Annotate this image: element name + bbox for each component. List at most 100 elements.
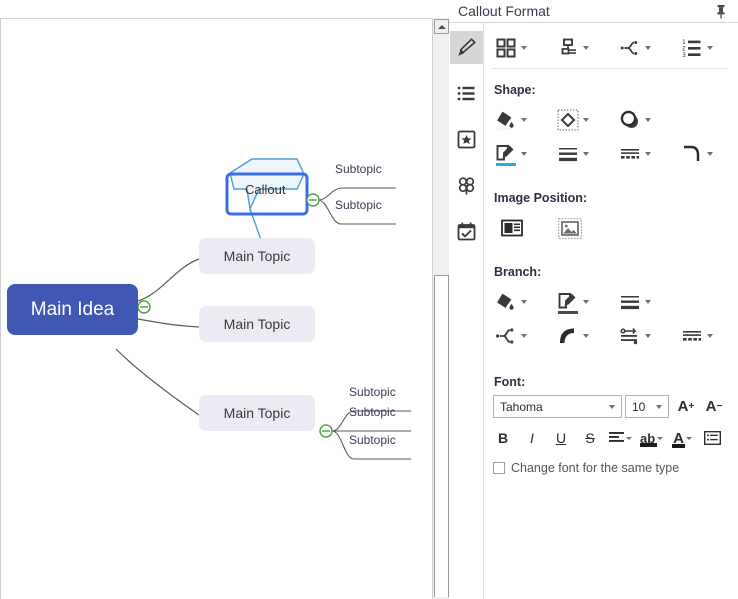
highlight-button[interactable]: ab <box>640 427 671 449</box>
shape-line-style-button[interactable] <box>616 140 660 168</box>
chevron-down-icon[interactable] <box>583 300 589 304</box>
branch-layout-button[interactable] <box>616 34 660 62</box>
accent-underline <box>496 163 516 166</box>
grid-squares-icon <box>493 35 519 61</box>
shape-outline-button[interactable] <box>554 106 598 134</box>
decrease-font-label: A <box>705 398 717 415</box>
panel-tab-rail <box>449 23 484 599</box>
theme-grid-button[interactable] <box>492 34 536 62</box>
chevron-down-icon[interactable] <box>645 334 651 338</box>
topic3-subtopic-2-label[interactable]: Subtopic <box>349 405 396 419</box>
chevron-down-icon[interactable] <box>645 46 651 50</box>
collapse-handle-topic3[interactable] <box>319 424 333 438</box>
image-only-button[interactable] <box>556 214 584 242</box>
tab-task[interactable] <box>450 215 483 248</box>
svg-text:3: 3 <box>682 52 686 58</box>
change-font-checkbox[interactable] <box>493 462 505 474</box>
branch-curve-button[interactable] <box>554 322 598 350</box>
triangle-up-icon <box>437 24 446 29</box>
chevron-down-icon[interactable] <box>521 152 527 156</box>
paint-brush-icon <box>458 38 476 56</box>
chevron-down-icon[interactable] <box>583 46 589 50</box>
bold-button[interactable]: B <box>493 427 513 449</box>
branch-arrow-button[interactable] <box>616 322 660 350</box>
branch-idea-topic3 <box>115 348 200 416</box>
chevron-down-icon[interactable] <box>707 152 713 156</box>
decrease-font-sup: − <box>716 400 723 412</box>
tab-outline[interactable] <box>450 77 483 110</box>
topic3-subtopic-3-label[interactable]: Subtopic <box>349 433 396 447</box>
text-align-button[interactable] <box>609 427 640 449</box>
node-main-topic-3[interactable]: Main Topic <box>199 395 315 431</box>
image-with-text-button[interactable] <box>498 214 526 242</box>
node-main-topic-1[interactable]: Main Topic <box>199 238 315 274</box>
chevron-down-icon[interactable] <box>686 436 693 440</box>
chevron-down-icon[interactable] <box>626 436 632 440</box>
branch-row-1 <box>492 285 738 319</box>
numbering-button[interactable]: 1 2 3 <box>678 34 722 62</box>
chevron-down-icon <box>609 404 615 409</box>
shape-fill-button[interactable] <box>492 106 536 134</box>
chevron-down-icon[interactable] <box>707 334 713 338</box>
map-layout-button[interactable] <box>554 34 598 62</box>
font-size-select[interactable]: 10 <box>625 395 669 418</box>
collapse-handle-callout[interactable] <box>306 193 320 207</box>
pushpin-icon[interactable] <box>712 2 730 20</box>
chevron-down-icon[interactable] <box>521 118 527 122</box>
bullet-list-icon <box>457 86 475 101</box>
chevron-down-icon[interactable] <box>707 46 713 50</box>
line-weight-icon <box>555 141 581 167</box>
font-controls-row: Tahoma 10 A + A − <box>493 395 738 418</box>
scroll-track[interactable] <box>434 275 449 597</box>
branch-line-color-button[interactable] <box>554 288 598 316</box>
divider <box>492 68 728 69</box>
chevron-down-icon[interactable] <box>521 46 527 50</box>
image-position-label: Image Position: <box>494 191 588 205</box>
decrease-font-size-button[interactable]: A − <box>703 395 725 418</box>
branch-fill-button[interactable] <box>492 288 536 316</box>
font-family-value: Tahoma <box>500 399 543 414</box>
org-chart-icon <box>555 35 581 61</box>
callout-subtopic-2-label[interactable]: Subtopic <box>335 198 382 212</box>
topic3-subtopic-1-label[interactable]: Subtopic <box>349 385 396 399</box>
node-main-topic-2[interactable]: Main Topic <box>199 306 315 342</box>
change-font-same-type-row[interactable]: Change font for the same type <box>493 461 738 475</box>
scroll-up-button[interactable] <box>434 19 449 34</box>
italic-button[interactable]: I <box>522 427 542 449</box>
mindmap-canvas[interactable]: Main Idea Main Topic Main Topic Main Top… <box>0 18 432 599</box>
chevron-down-icon[interactable] <box>645 300 651 304</box>
chevron-down-icon[interactable] <box>645 118 651 122</box>
callout-subtopic-1-label[interactable]: Subtopic <box>335 162 382 176</box>
shape-line-weight-button[interactable] <box>554 140 598 168</box>
node-main-idea[interactable]: Main Idea <box>7 284 138 335</box>
chevron-down-icon[interactable] <box>521 300 527 304</box>
branch-line-dash-button[interactable] <box>678 322 722 350</box>
fill-bucket-icon <box>493 289 519 315</box>
mindmap-editor-window: Main Idea Main Topic Main Topic Main Top… <box>0 0 738 599</box>
tab-format-brush[interactable] <box>450 31 483 64</box>
collapse-handle-main-idea[interactable] <box>137 300 151 314</box>
text-list-button[interactable] <box>702 427 722 449</box>
shape-corner-button[interactable] <box>678 140 722 168</box>
font-family-select[interactable]: Tahoma <box>493 395 622 418</box>
branch-line-weight-button[interactable] <box>616 288 660 316</box>
chevron-down-icon[interactable] <box>657 436 664 440</box>
chevron-down-icon[interactable] <box>583 334 589 338</box>
canvas-vertical-scrollbar[interactable] <box>432 18 449 599</box>
chevron-down-icon[interactable] <box>583 118 589 122</box>
badge-frame-icon <box>457 130 476 149</box>
shape-shadow-button[interactable] <box>616 106 660 134</box>
tab-clipart[interactable] <box>450 169 483 202</box>
shape-line-color-button[interactable] <box>492 140 536 168</box>
chevron-down-icon[interactable] <box>521 334 527 338</box>
shape-row-2 <box>492 137 738 171</box>
increase-font-size-button[interactable]: A + <box>675 395 697 418</box>
strikethrough-button[interactable]: S <box>580 427 600 449</box>
tab-frame[interactable] <box>450 123 483 156</box>
chevron-down-icon[interactable] <box>583 152 589 156</box>
font-color-button[interactable]: A <box>672 427 700 449</box>
chevron-down-icon[interactable] <box>645 152 651 156</box>
underline-button[interactable]: U <box>551 427 571 449</box>
chevron-down-icon <box>656 404 662 409</box>
branch-layout-style-button[interactable] <box>492 322 536 350</box>
